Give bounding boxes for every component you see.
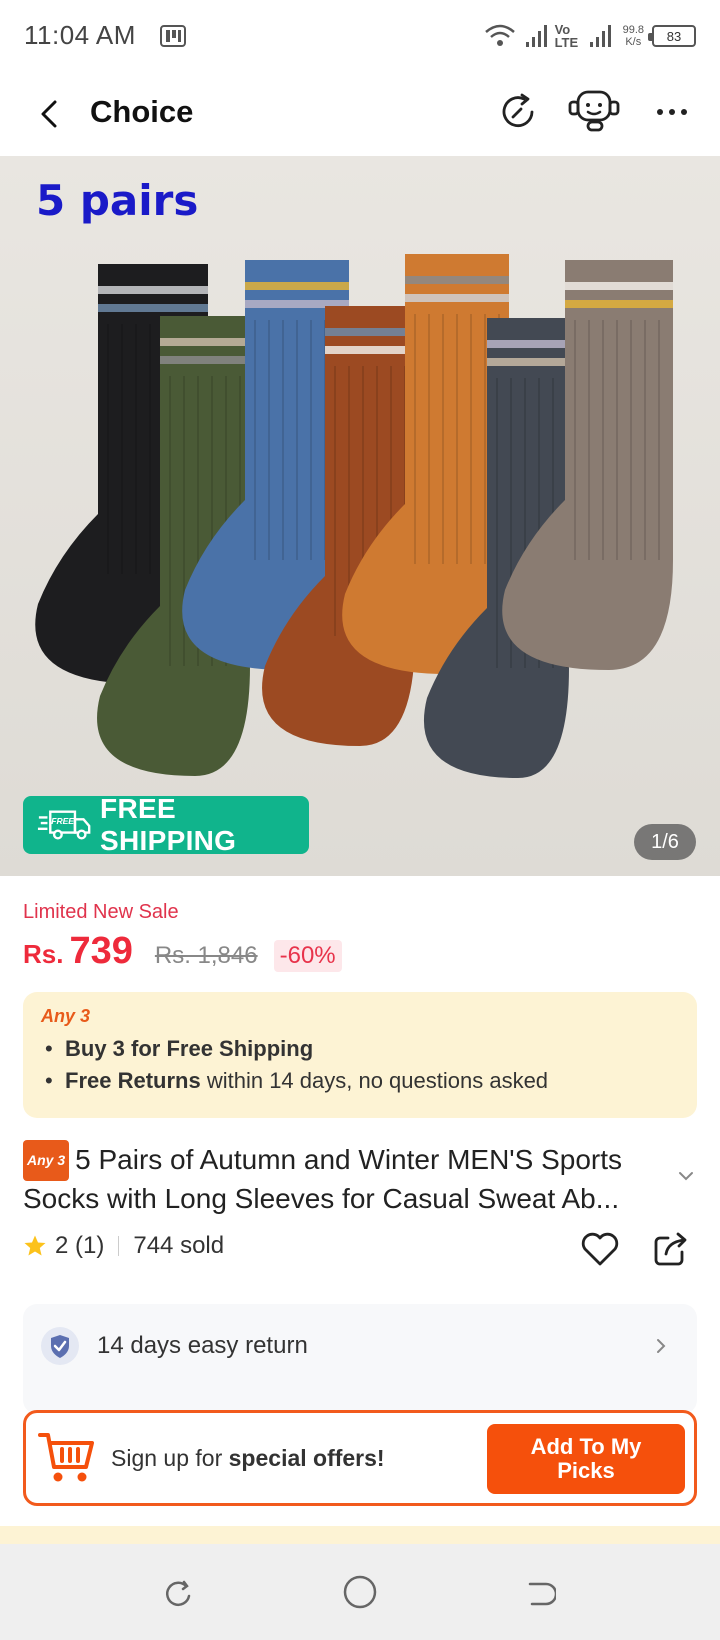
- delivery-truck-icon: FREE: [37, 810, 91, 840]
- promo-line-shipping: • Buy 3 for Free Shipping: [45, 1036, 314, 1061]
- original-price: Rs. 1,846: [154, 942, 258, 969]
- status-bar: 11:04 AM Vo LTE 99.8 K/s 83: [0, 0, 720, 72]
- signup-banner[interactable]: Sign up for special offers! Add To My Pi…: [23, 1410, 697, 1506]
- history-icon[interactable]: [496, 90, 540, 134]
- any3-tag: Any 3: [23, 1140, 70, 1181]
- product-image-carousel[interactable]: 5 pairs FREE FREE SHIPPING 1/6: [0, 156, 720, 876]
- network-speed: 99.8 K/s: [622, 24, 644, 48]
- signal-icon: [525, 25, 547, 47]
- sold-count: 744 sold: [133, 1232, 225, 1259]
- add-to-my-picks-button[interactable]: Add To My Picks: [487, 1424, 685, 1494]
- star-icon: [24, 1235, 46, 1256]
- share-icon[interactable]: [652, 1230, 690, 1268]
- customer-support-icon[interactable]: [566, 86, 622, 136]
- page-title: Choice: [90, 94, 194, 129]
- price-row: Rs. 739 Rs. 1,846 -60%: [23, 930, 342, 973]
- promo-title: Any 3: [41, 1006, 91, 1026]
- recent-apps-icon[interactable]: [162, 1578, 194, 1610]
- signup-text: Sign up for special offers!: [111, 1445, 385, 1471]
- rating-value: 2 (1): [55, 1232, 105, 1259]
- system-back-icon[interactable]: [524, 1578, 556, 1610]
- app-header: Choice: [0, 72, 720, 156]
- badge-icon-text: FREE: [51, 816, 74, 826]
- chevron-down-icon[interactable]: [676, 1166, 696, 1186]
- system-nav-bar: [0, 1544, 720, 1640]
- wifi-icon: [484, 24, 515, 46]
- status-time: 11:04 AM: [24, 20, 136, 50]
- signal-icon-2: [589, 25, 611, 47]
- product-title[interactable]: Any 35 Pairs of Autumn and Winter MEN'S …: [23, 1140, 663, 1216]
- service-card[interactable]: 14 days easy return: [23, 1304, 697, 1414]
- bottom-strip: [0, 1526, 720, 1544]
- image-counter: 1/6: [634, 824, 696, 860]
- more-options-icon[interactable]: [650, 92, 694, 132]
- free-shipping-label: FREE SHIPPING: [100, 793, 237, 856]
- chevron-right-icon[interactable]: [653, 1338, 669, 1354]
- shield-check-icon: [41, 1327, 79, 1365]
- rating-divider: [118, 1236, 120, 1256]
- price-currency: Rs.: [23, 939, 64, 969]
- free-shipping-badge: FREE FREE SHIPPING: [23, 793, 309, 856]
- home-icon[interactable]: [342, 1574, 378, 1610]
- easy-return-text: 14 days easy return: [97, 1332, 308, 1359]
- network-label: Vo LTE: [554, 22, 579, 50]
- price-value: 739: [69, 930, 133, 972]
- discount-badge: -60%: [273, 940, 342, 972]
- status-indicators: Vo LTE 99.8 K/s 83: [483, 18, 696, 54]
- wishlist-heart-icon[interactable]: [580, 1230, 620, 1268]
- battery-icon: 83: [648, 25, 696, 47]
- shopping-cart-icon: [38, 1433, 94, 1482]
- battery-level: 83: [666, 28, 682, 44]
- promo-box[interactable]: Any 3 • Buy 3 for Free Shipping • Free Ret…: [23, 992, 697, 1118]
- product-title-text: 5 Pairs of Autumn and Winter MEN'S Sport…: [23, 1144, 623, 1214]
- sale-label: Limited New Sale: [23, 901, 179, 923]
- rating-row[interactable]: 2 (1) 744 sold: [23, 1232, 224, 1260]
- back-arrow-icon[interactable]: [30, 94, 70, 134]
- socks-product-image: [35, 254, 673, 778]
- app-notification-icon: [160, 25, 186, 47]
- promo-line-returns: • Free Returns within 14 days, no questio…: [45, 1068, 549, 1093]
- image-overlay-text: 5 pairs: [36, 176, 199, 225]
